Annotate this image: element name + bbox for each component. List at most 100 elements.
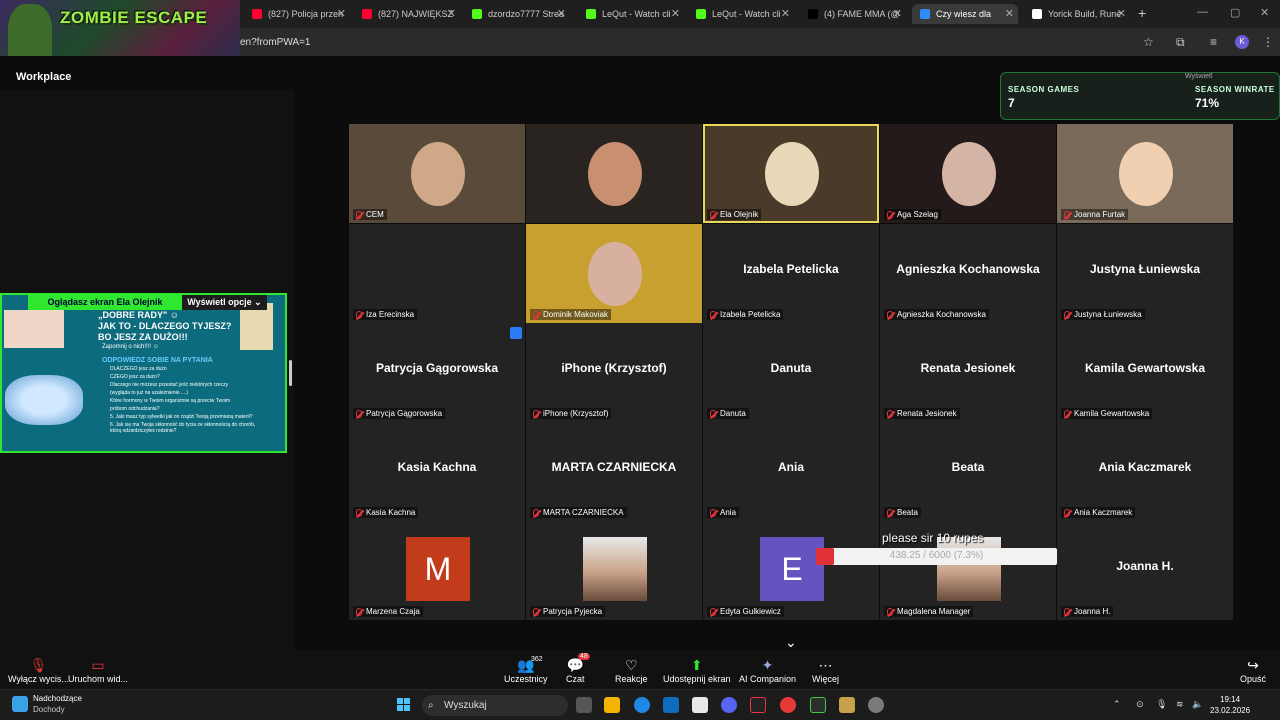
- chat-badge: 48: [578, 653, 590, 660]
- browser-tab[interactable]: (4) FAME MMA (@ ✕: [800, 4, 906, 24]
- participant-tile[interactable]: Iza Erecinska: [349, 224, 525, 323]
- browser-tab[interactable]: Yorick Build, Rune ✕: [1024, 4, 1130, 24]
- participant-display-name: Joanna H.: [1116, 559, 1174, 573]
- leave-label: Opuść: [1240, 674, 1267, 684]
- participant-name: Ania: [720, 508, 737, 517]
- maximize-button[interactable]: ▢: [1230, 6, 1240, 19]
- volume-icon[interactable]: 🔈: [1192, 699, 1203, 710]
- network-icon[interactable]: ⊙: [1136, 699, 1144, 710]
- participant-tile[interactable]: Agnieszka Kochanowska Agnieszka Kochanows…: [880, 224, 1056, 323]
- slide-subtitle: Zapomnij o nich!!!! ☺: [102, 344, 159, 350]
- profile-avatar[interactable]: K: [1235, 35, 1249, 49]
- wifi-icon[interactable]: ≋: [1176, 699, 1184, 710]
- tray-chevron-up-icon[interactable]: ⌃: [1113, 699, 1121, 710]
- bookmark-star-icon[interactable]: ☆: [1143, 35, 1154, 49]
- browser-tab[interactable]: LeQut - Watch cli ✕: [688, 4, 794, 24]
- outlook-icon[interactable]: [663, 697, 679, 713]
- browser-tab[interactable]: LeQut - Watch cli ✕: [578, 4, 684, 24]
- participant-tile[interactable]: Kasia Kachna Kasia Kachna: [349, 422, 525, 521]
- participant-tile[interactable]: Patrycja Pyjecka: [526, 521, 702, 620]
- close-tab-icon[interactable]: ✕: [337, 7, 346, 20]
- participant-tile[interactable]: Renata Jesionek Renata Jesionek: [880, 323, 1056, 422]
- close-window-button[interactable]: ✕: [1260, 6, 1269, 19]
- pin-icon[interactable]: [510, 327, 522, 339]
- media-control-icon[interactable]: ≡: [1210, 35, 1217, 49]
- panel-resize-handle[interactable]: [289, 360, 292, 386]
- start-button[interactable]: [397, 698, 411, 712]
- participant-tile[interactable]: Ania Ania: [703, 422, 879, 521]
- discord-icon[interactable]: [721, 697, 737, 713]
- close-tab-icon[interactable]: ✕: [781, 7, 790, 20]
- participant-tile[interactable]: Justyna Łuniewska Justyna Łuniewska: [1057, 224, 1233, 323]
- participant-name: Joanna H.: [1074, 607, 1111, 616]
- close-tab-icon[interactable]: ✕: [671, 7, 680, 20]
- participant-tile[interactable]: Danuta Danuta: [703, 323, 879, 422]
- settings-icon[interactable]: [868, 697, 884, 713]
- file-explorer-icon[interactable]: [604, 697, 620, 713]
- calendar-icon[interactable]: [692, 697, 708, 713]
- close-tab-icon[interactable]: ✕: [557, 7, 566, 20]
- close-tab-icon[interactable]: ✕: [893, 7, 902, 20]
- browser-tab[interactable]: (827) NAJWIĘKSZ ✕: [354, 4, 460, 24]
- browser-tab[interactable]: (827) Policja przen ✕: [244, 4, 350, 24]
- participant-display-name: Agnieszka Kochanowska: [896, 262, 1040, 276]
- participant-tile[interactable]: Aga Szelag: [880, 124, 1056, 223]
- close-tab-icon[interactable]: ✕: [447, 7, 456, 20]
- clock[interactable]: 19:14 23.02.2026: [1210, 694, 1250, 716]
- edge-icon[interactable]: [634, 697, 650, 713]
- leave-button[interactable]: ↪ Opuść: [1240, 656, 1266, 684]
- browser-menu-icon[interactable]: ⋮: [1262, 35, 1274, 49]
- participant-tile[interactable]: Joanna Furtak: [1057, 124, 1233, 223]
- league-icon[interactable]: [839, 697, 855, 713]
- slide-line: 5. Jaki masz typ sylwetki jak on rządzi …: [110, 414, 253, 420]
- participants-button[interactable]: 👥 362 Uczestnicy: [504, 656, 548, 684]
- participant-tile[interactable]: [526, 124, 702, 223]
- season-view-label[interactable]: Wyświetl: [1185, 73, 1213, 80]
- chevron-down-icon[interactable]: ⌄: [785, 634, 797, 651]
- browser-tab[interactable]: Czy wiesz dla ✕: [912, 4, 1018, 24]
- start-video-button[interactable]: ▭ Uruchom wid...: [68, 656, 128, 684]
- participant-tile[interactable]: Dominik Makoviak: [526, 224, 702, 323]
- mic-muted-icon: [710, 310, 716, 319]
- mute-button[interactable]: 🎙 Wyłącz wycis...: [8, 656, 69, 684]
- participant-name: Dominik Makoviak: [543, 310, 608, 319]
- participant-tile[interactable]: Joanna H. Joanna H.: [1057, 521, 1233, 620]
- obs-icon[interactable]: [810, 697, 826, 713]
- participant-name: MARTA CZARNIECKA: [543, 508, 624, 517]
- close-tab-icon[interactable]: ✕: [1005, 7, 1014, 20]
- extensions-icon[interactable]: ⧉: [1176, 35, 1185, 50]
- url-text[interactable]: en?fromPWA=1: [240, 37, 311, 48]
- participant-tile[interactable]: Ania Kaczmarek Ania Kaczmarek: [1057, 422, 1233, 521]
- more-button[interactable]: ⋯ Więcej: [812, 656, 839, 684]
- participant-tile[interactable]: Beata Beata: [880, 422, 1056, 521]
- screen-share-panel[interactable]: Oglądasz ekran Ela Olejnik Wyświetl opcj…: [0, 293, 287, 453]
- view-options-button[interactable]: Wyświetl opcje ⌄: [182, 295, 267, 310]
- participant-name: CEM: [366, 210, 384, 219]
- close-tab-icon[interactable]: ✕: [1117, 7, 1126, 20]
- reactions-button[interactable]: ♡ Reakcje: [615, 656, 648, 684]
- share-screen-button[interactable]: ⬆ Udostępnij ekran: [663, 656, 731, 684]
- participant-tile[interactable]: CEM: [349, 124, 525, 223]
- participant-tile[interactable]: Kamila Gewartowska Kamila Gewartowska: [1057, 323, 1233, 422]
- minimize-button[interactable]: —: [1197, 6, 1208, 18]
- participant-tile[interactable]: MARTA CZARNIECKA MARTA CZARNIECKA: [526, 422, 702, 521]
- chrome-icon[interactable]: [780, 697, 796, 713]
- game-icon[interactable]: [750, 697, 766, 713]
- mic-tray-icon[interactable]: 🎙: [1156, 699, 1167, 710]
- ai-companion-button[interactable]: ✦ AI Companion: [739, 656, 796, 684]
- participant-tile[interactable]: Ela Olejnik: [703, 124, 879, 223]
- search-box[interactable]: ⌕ Wyszukaj: [422, 695, 568, 716]
- participant-tile[interactable]: iPhone (Krzysztof) iPhone (Krzysztof): [526, 323, 702, 422]
- widgets-icon[interactable]: [12, 696, 28, 712]
- participant-tile[interactable]: M Marzena Czaja: [349, 521, 525, 620]
- season-games-label: SEASON GAMES: [1008, 85, 1080, 94]
- chat-button[interactable]: 💬 48 Czat: [566, 653, 590, 684]
- participant-tile[interactable]: Izabela Petelicka Izabela Petelicka: [703, 224, 879, 323]
- mic-muted-icon: [1064, 409, 1070, 418]
- browser-tab[interactable]: dzordzo7777 Strea ✕: [464, 4, 570, 24]
- task-view-icon[interactable]: [576, 697, 592, 713]
- new-tab-button[interactable]: +: [1138, 5, 1146, 21]
- participant-tile[interactable]: E Edyta Gulkiewicz: [703, 521, 879, 620]
- tab-favicon-icon: [472, 9, 482, 19]
- participant-tile[interactable]: Patrycja Gągorowska Patrycja Gągorowska: [349, 323, 525, 422]
